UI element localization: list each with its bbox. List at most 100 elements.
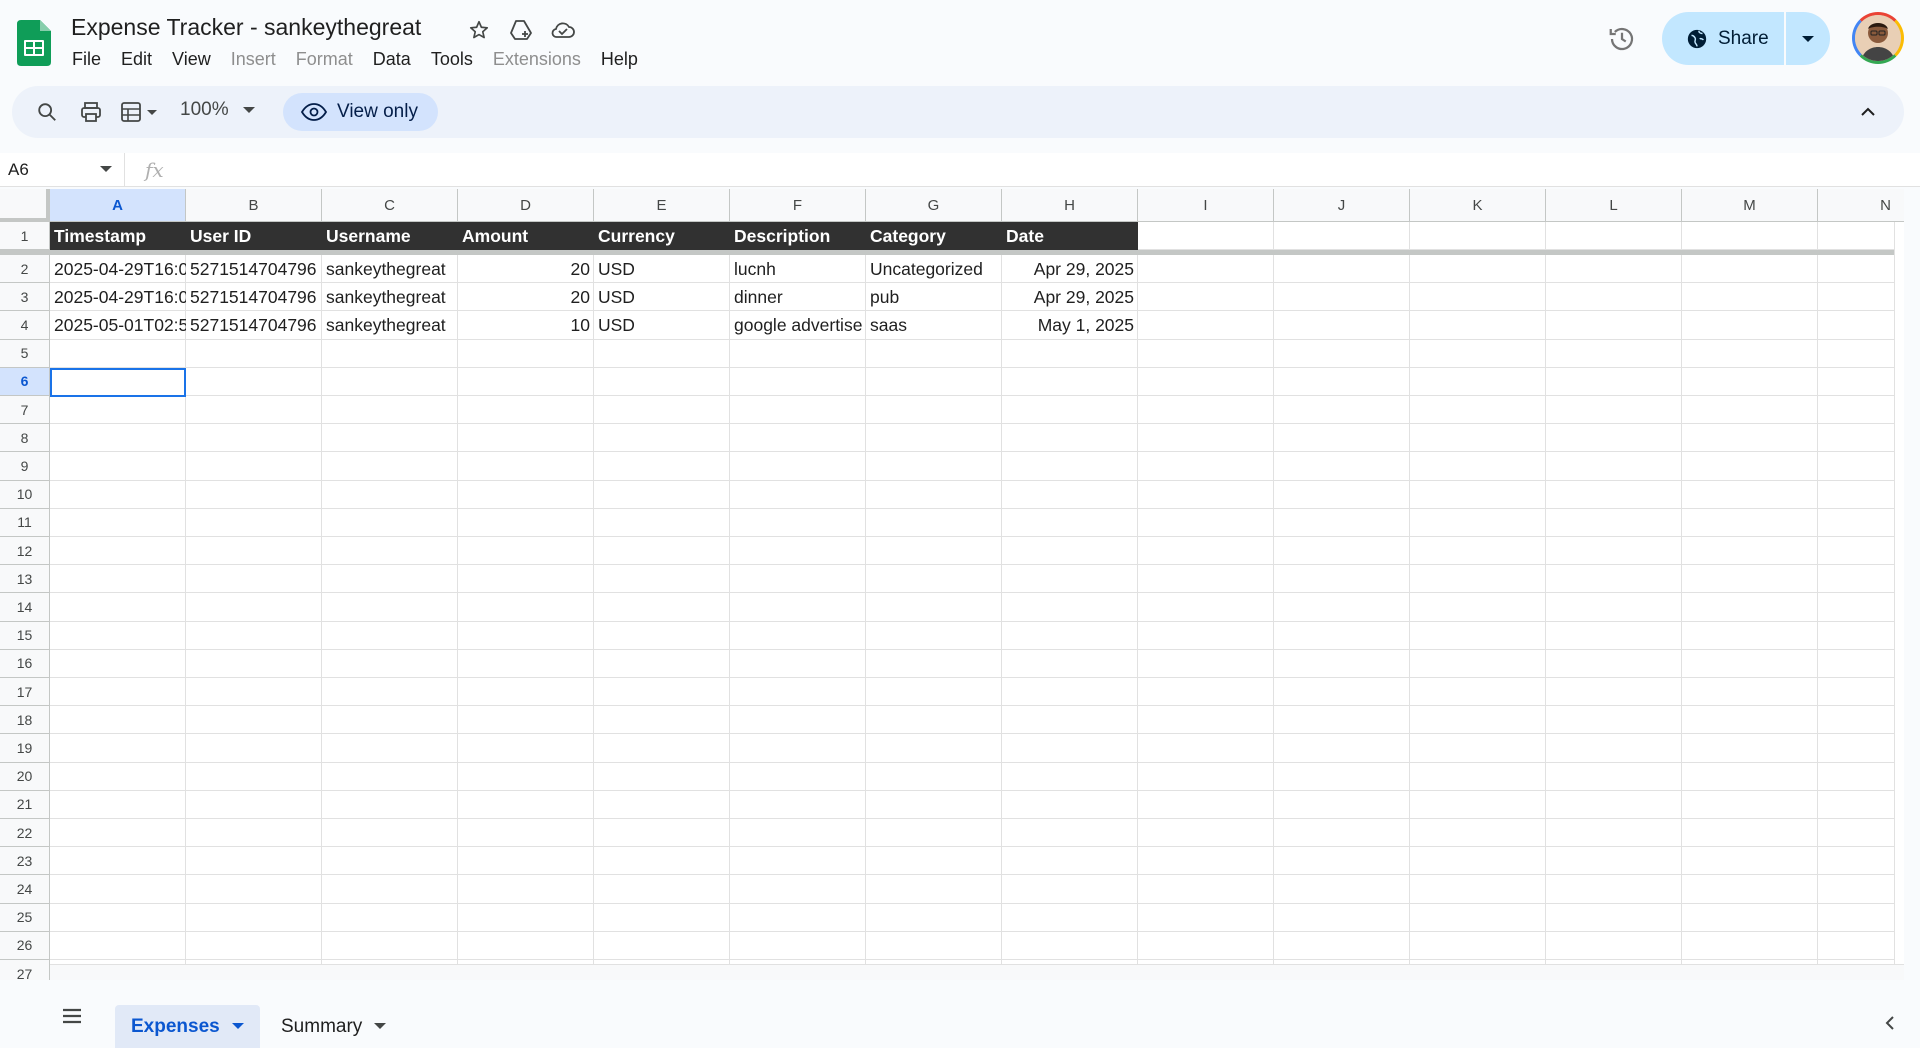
column-header[interactable]: I bbox=[1138, 189, 1274, 222]
menu-tools[interactable]: Tools bbox=[421, 47, 483, 72]
share-options-chevron-down-icon[interactable] bbox=[1786, 12, 1830, 65]
print-icon[interactable] bbox=[78, 99, 104, 125]
document-title[interactable]: Expense Tracker - sankeythegreat bbox=[71, 14, 421, 41]
row-header[interactable]: 14 bbox=[0, 593, 50, 622]
table-cell[interactable]: 2025-04-29T16:0 bbox=[50, 283, 186, 311]
share-button[interactable]: Share bbox=[1662, 12, 1784, 65]
table-cell[interactable]: sankeythegreat bbox=[322, 255, 458, 283]
header-cell[interactable]: Amount bbox=[458, 222, 594, 250]
header-cell[interactable]: Date bbox=[1002, 222, 1138, 250]
row-header[interactable]: 1 bbox=[0, 222, 50, 250]
table-cell[interactable]: sankeythegreat bbox=[322, 283, 458, 311]
row-header[interactable]: 18 bbox=[0, 706, 50, 735]
active-cell-outline[interactable] bbox=[50, 367, 186, 397]
header-cell[interactable]: Timestamp bbox=[50, 222, 186, 250]
header-cell[interactable]: Username bbox=[322, 222, 458, 250]
table-cell[interactable]: 10 bbox=[458, 311, 594, 339]
tab-expenses-chevron-down-icon[interactable] bbox=[231, 1023, 244, 1030]
account-avatar[interactable] bbox=[1852, 12, 1904, 64]
row-header[interactable]: 21 bbox=[0, 790, 50, 819]
move-to-drive-icon[interactable] bbox=[506, 16, 536, 44]
mode-button[interactable]: View only bbox=[283, 93, 438, 131]
table-cell[interactable]: 5271514704796 bbox=[186, 283, 322, 311]
select-table-chevron-down-icon[interactable] bbox=[118, 99, 164, 125]
table-cell[interactable]: saas bbox=[866, 311, 1002, 339]
menu-format[interactable]: Format bbox=[286, 47, 363, 72]
row-header[interactable]: 22 bbox=[0, 819, 50, 848]
row-header[interactable]: 12 bbox=[0, 537, 50, 566]
all-sheets-menu-icon[interactable] bbox=[58, 1002, 86, 1030]
table-cell[interactable]: pub bbox=[866, 283, 1002, 311]
row-header[interactable]: 8 bbox=[0, 424, 50, 453]
row-header[interactable]: 20 bbox=[0, 762, 50, 791]
column-header[interactable]: B bbox=[186, 189, 322, 222]
header-cell[interactable]: User ID bbox=[186, 222, 322, 250]
row-header[interactable]: 17 bbox=[0, 678, 50, 707]
row-header[interactable]: 6 bbox=[0, 367, 50, 396]
star-icon[interactable] bbox=[464, 16, 494, 44]
table-cell[interactable]: Apr 29, 2025 bbox=[1002, 283, 1138, 311]
row-header[interactable]: 26 bbox=[0, 931, 50, 960]
select-all-corner[interactable] bbox=[0, 189, 50, 222]
row-header[interactable]: 3 bbox=[0, 283, 50, 312]
column-header[interactable]: J bbox=[1274, 189, 1410, 222]
row-header[interactable]: 16 bbox=[0, 649, 50, 678]
header-cell[interactable]: Currency bbox=[594, 222, 730, 250]
version-history-icon[interactable] bbox=[1604, 21, 1640, 57]
menu-file[interactable]: File bbox=[62, 47, 111, 72]
table-cell[interactable]: 5271514704796 bbox=[186, 311, 322, 339]
column-header[interactable]: D bbox=[458, 189, 594, 222]
tab-summary-chevron-down-icon[interactable] bbox=[374, 1023, 387, 1030]
table-cell[interactable]: 2025-04-29T16:0 bbox=[50, 255, 186, 283]
row-header[interactable]: 13 bbox=[0, 565, 50, 594]
scroll-tabs-chevron-left-icon[interactable] bbox=[1880, 1013, 1900, 1033]
table-cell[interactable]: google advertise bbox=[730, 311, 866, 339]
table-cell[interactable]: 2025-05-01T02:5 bbox=[50, 311, 186, 339]
menu-edit[interactable]: Edit bbox=[111, 47, 162, 72]
row-header[interactable]: 11 bbox=[0, 508, 50, 537]
table-cell[interactable]: lucnh bbox=[730, 255, 866, 283]
tab-expenses[interactable]: Expenses bbox=[115, 1005, 260, 1048]
row-header[interactable]: 25 bbox=[0, 903, 50, 932]
menu-view[interactable]: View bbox=[162, 47, 221, 72]
sheets-logo-icon[interactable] bbox=[17, 20, 51, 66]
row-header[interactable]: 27 bbox=[0, 960, 50, 980]
column-header[interactable]: A bbox=[50, 189, 186, 222]
column-header[interactable]: N bbox=[1818, 189, 1904, 222]
table-cell[interactable]: 5271514704796 bbox=[186, 255, 322, 283]
menu-help[interactable]: Help bbox=[591, 47, 648, 72]
menu-data[interactable]: Data bbox=[363, 47, 421, 72]
horizontal-scrollbar[interactable] bbox=[50, 964, 1904, 980]
table-cell[interactable]: USD bbox=[594, 311, 730, 339]
table-cell[interactable]: 20 bbox=[458, 255, 594, 283]
row-header[interactable]: 5 bbox=[0, 339, 50, 368]
table-cell[interactable]: sankeythegreat bbox=[322, 311, 458, 339]
table-cell[interactable]: Apr 29, 2025 bbox=[1002, 255, 1138, 283]
table-cell[interactable]: Uncategorized bbox=[866, 255, 1002, 283]
row-header[interactable]: 19 bbox=[0, 734, 50, 763]
table-cell[interactable]: May 1, 2025 bbox=[1002, 311, 1138, 339]
column-header[interactable]: K bbox=[1410, 189, 1546, 222]
row-header[interactable]: 10 bbox=[0, 480, 50, 509]
collapse-toolbar-chevron-up-icon[interactable] bbox=[1856, 100, 1880, 124]
column-header[interactable]: M bbox=[1682, 189, 1818, 222]
row-header[interactable]: 9 bbox=[0, 452, 50, 481]
name-box[interactable]: A6 bbox=[0, 153, 125, 186]
table-cell[interactable]: 20 bbox=[458, 283, 594, 311]
row-header[interactable]: 4 bbox=[0, 311, 50, 340]
header-cell[interactable]: Description bbox=[730, 222, 866, 250]
column-header[interactable]: E bbox=[594, 189, 730, 222]
column-header[interactable]: C bbox=[322, 189, 458, 222]
vertical-scrollbar[interactable] bbox=[1894, 222, 1904, 980]
menu-insert[interactable]: Insert bbox=[221, 47, 286, 72]
row-header[interactable]: 2 bbox=[0, 255, 50, 284]
column-header[interactable]: L bbox=[1546, 189, 1682, 222]
row-header[interactable]: 15 bbox=[0, 621, 50, 650]
table-cell[interactable]: USD bbox=[594, 283, 730, 311]
search-icon[interactable] bbox=[34, 99, 60, 125]
table-cell[interactable]: dinner bbox=[730, 283, 866, 311]
cloud-saved-icon[interactable] bbox=[548, 16, 578, 44]
column-header[interactable]: F bbox=[730, 189, 866, 222]
column-header[interactable]: G bbox=[866, 189, 1002, 222]
row-header[interactable]: 7 bbox=[0, 396, 50, 425]
